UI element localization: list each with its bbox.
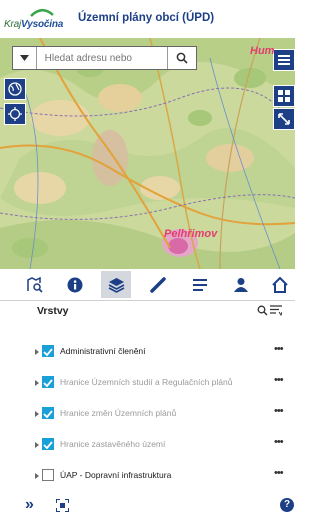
diagonal-arrows-icon [278,113,290,125]
checkmark-icon [43,410,53,419]
panel-title: Vrstvy [37,305,69,317]
layer-checkbox[interactable] [42,345,54,357]
layer-label: ÚAP - Dopravní infrastruktura [60,470,172,480]
layers-icon [108,277,124,293]
overview-map-button[interactable] [273,108,295,130]
help-button[interactable]: ? [280,498,294,512]
checkmark-icon [43,348,53,357]
layer-row[interactable]: Hranice Územních studií a Regulačních pl… [0,374,295,394]
basemap-grid-button[interactable] [273,85,295,107]
home-icon [272,276,288,293]
filter-icon[interactable] [270,305,282,316]
address-search-input[interactable] [36,51,167,65]
logo-name: Vysočina [20,19,64,30]
checkmark-icon [43,379,53,388]
globe-button[interactable] [4,78,26,100]
expand-arrow-icon[interactable] [35,411,39,417]
checkmark-icon [43,441,53,450]
layer-label: Administrativní členění [60,346,146,356]
map-label-town: Pelhřimov [164,228,218,240]
crosshair-icon [8,107,22,121]
layers-panel-header: Vrstvy [0,301,295,323]
locate-button[interactable] [4,103,26,125]
grid-icon [278,90,290,102]
chevron-down-icon [19,55,29,61]
layer-row[interactable]: ÚAP - Dopravní infrastruktura ••• [0,467,295,487]
more-options-icon[interactable]: ••• [274,436,284,448]
tab-home[interactable] [265,271,295,298]
search-icon [176,52,188,64]
menu-button[interactable] [273,49,295,71]
search-button[interactable] [166,47,196,69]
user-icon [234,277,248,292]
kraj-vysocina-logo: KrajVysočina [4,9,72,35]
address-search-box [12,46,197,70]
info-icon [67,277,83,292]
layer-checkbox[interactable] [42,407,54,419]
layer-label: Hranice Územních studií a Regulačních pl… [60,377,233,387]
layer-label: Hranice změn Územních plánů [60,408,177,418]
layer-checkbox[interactable] [42,469,54,481]
more-options-icon[interactable]: ••• [274,405,284,417]
expand-arrow-icon[interactable] [35,380,39,386]
panel-footer: » ? [0,494,295,518]
tab-search-map[interactable] [20,271,50,298]
panel-toolbar [0,269,295,301]
layer-checkbox[interactable] [42,376,54,388]
layer-label: Hranice zastavěného území [60,439,166,449]
layer-row[interactable]: Hranice zastavěného území ••• [0,436,295,456]
tab-layers[interactable] [101,271,131,298]
more-options-icon[interactable]: ••• [274,343,284,355]
tab-user[interactable] [226,271,256,298]
layer-row[interactable]: Hranice změn Územních plánů ••• [0,405,295,425]
ruler-icon [150,276,166,293]
map-view[interactable]: Pelhřimov Hum [0,38,295,269]
app-header: KrajVysočina Územní plány obcí (ÚPD) [0,0,295,38]
search-dropdown-button[interactable] [13,47,37,69]
app-title: Územní plány obcí (ÚPD) [78,12,215,24]
layer-row[interactable]: Administrativní členění ••• [0,343,295,363]
search-map-icon [27,276,43,293]
more-options-icon[interactable]: ••• [274,374,284,386]
tab-info[interactable] [60,271,90,298]
list-icon [193,278,207,291]
layer-checkbox[interactable] [42,438,54,450]
expand-arrow-icon[interactable] [35,473,39,479]
tab-legend[interactable] [185,271,215,298]
more-options-icon[interactable]: ••• [274,467,284,479]
expand-arrow-icon[interactable] [35,442,39,448]
globe-icon [8,82,22,96]
map-label-town-partial: Hum [250,45,275,57]
fullscreen-icon[interactable] [56,499,69,512]
logo-prefix: Kraj [4,19,21,30]
tab-measure[interactable] [143,271,173,298]
logo-arc-icon [30,9,54,17]
map-background [0,38,295,269]
expand-panel-button[interactable]: » [25,496,34,514]
layer-search-icon[interactable] [257,305,268,316]
menu-icon [278,55,290,65]
expand-arrow-icon[interactable] [35,349,39,355]
